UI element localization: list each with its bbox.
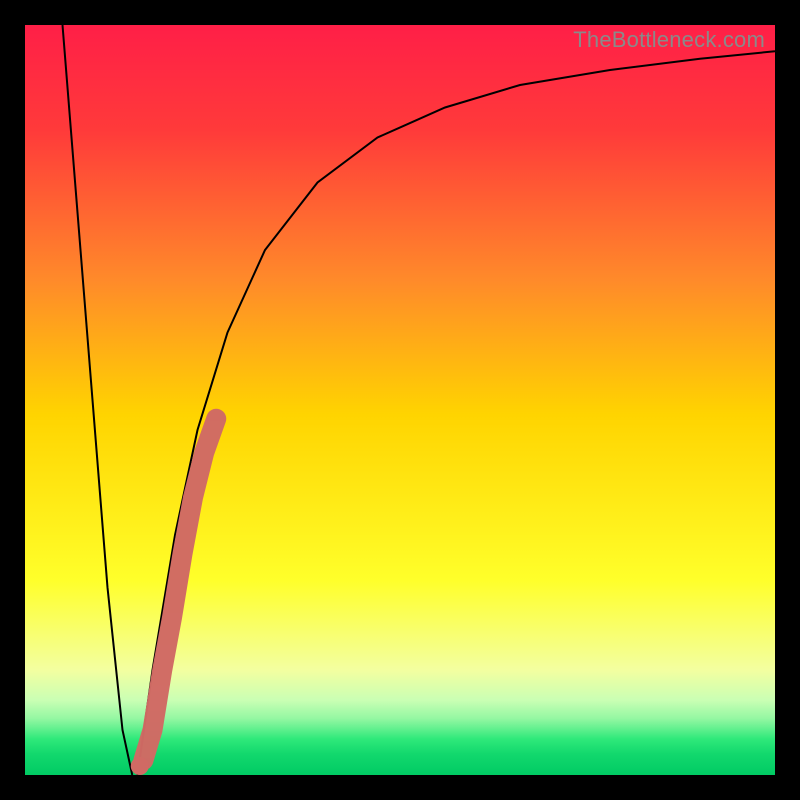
curve-left-branch [63,25,133,775]
marker-segment [144,419,217,760]
plot-area: TheBottleneck.com [25,25,775,775]
marker-dot [131,757,149,775]
watermark-text: TheBottleneck.com [573,27,765,53]
curve-right-branch [138,51,776,775]
chart-svg [25,25,775,775]
chart-frame: TheBottleneck.com [0,0,800,800]
